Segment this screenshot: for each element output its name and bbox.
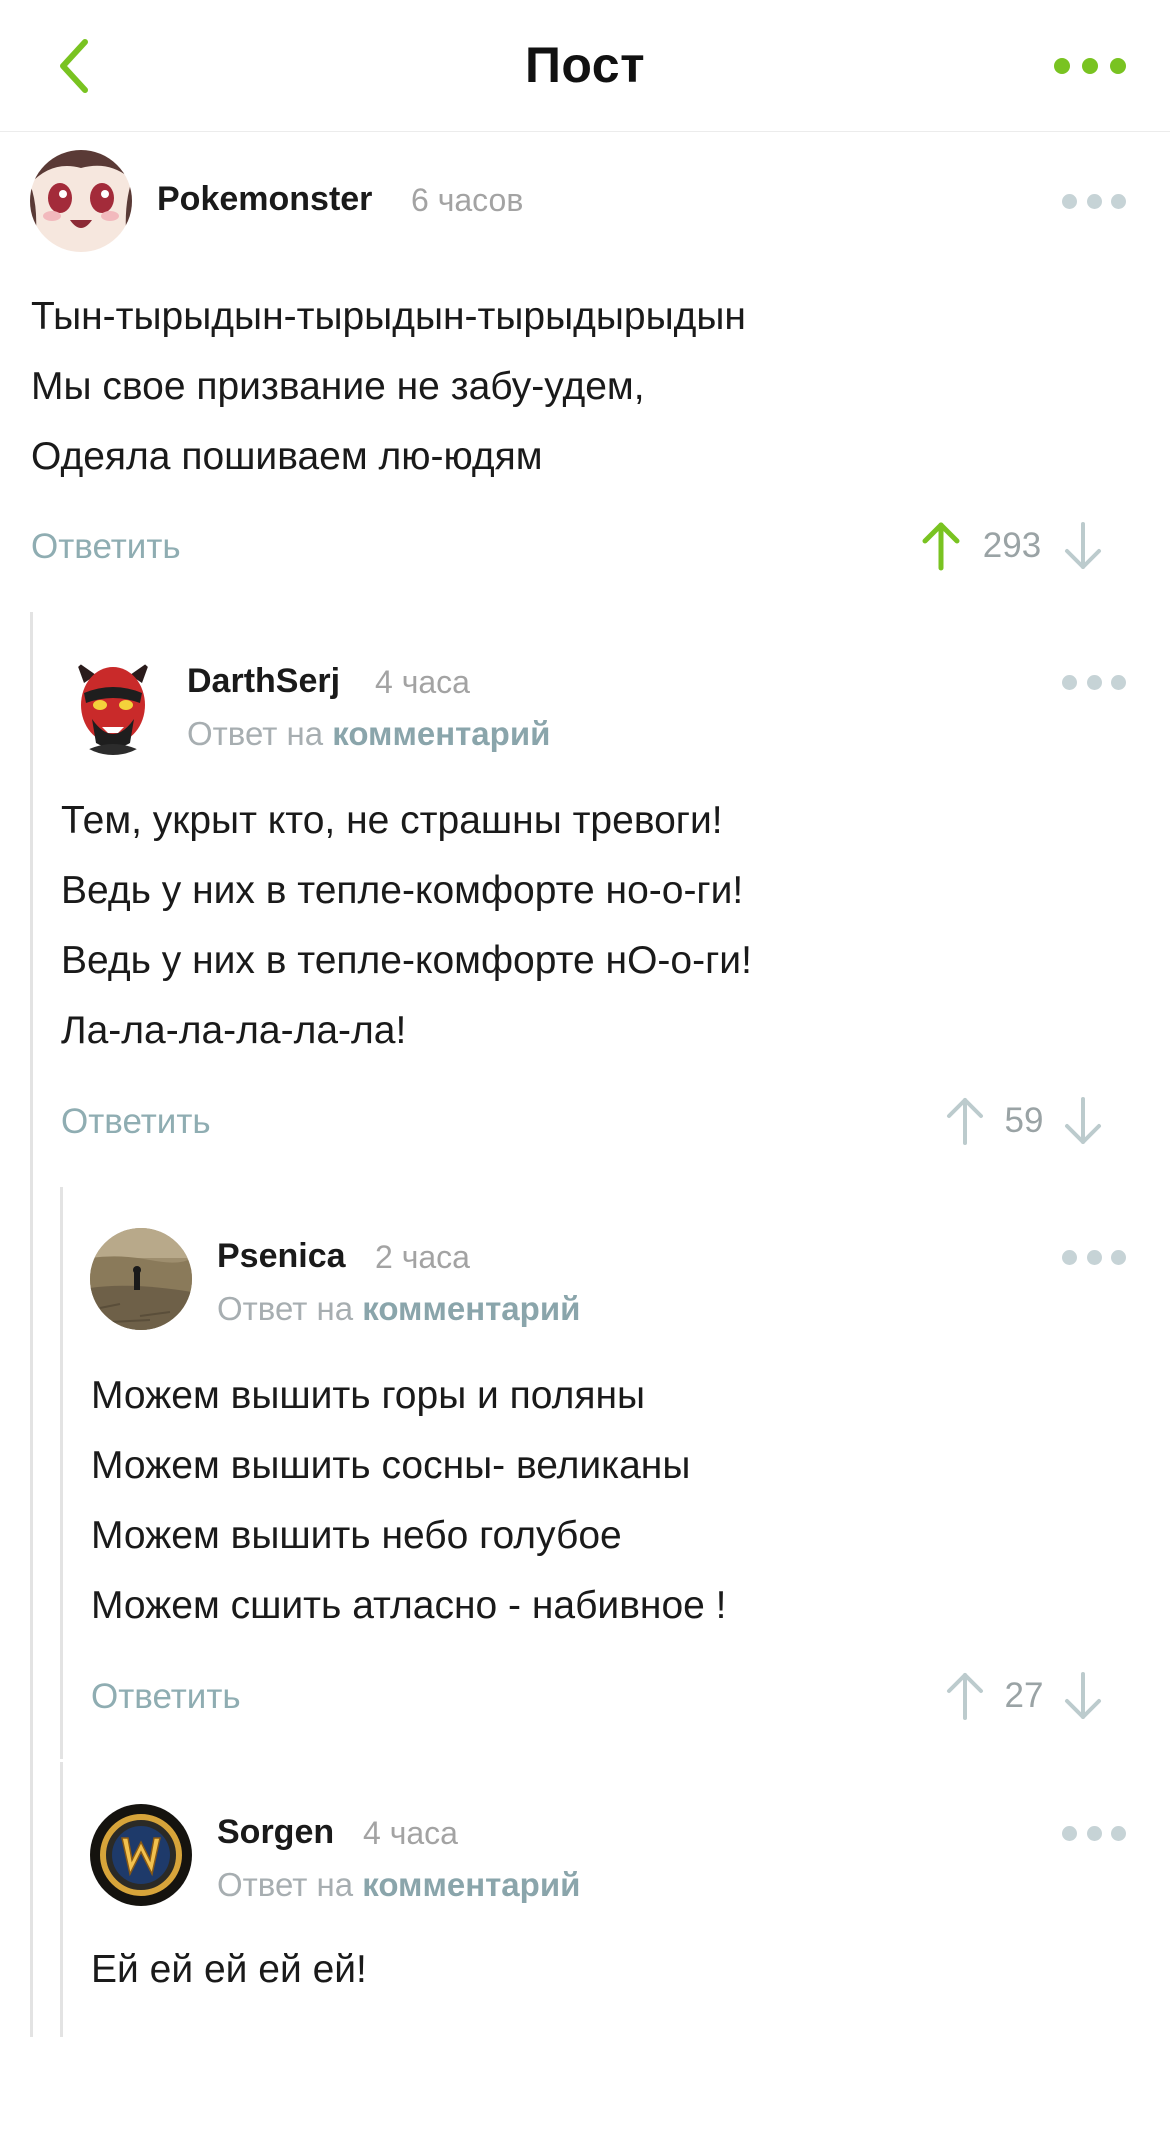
comment-text-line: Ей ей ей ей ей!: [91, 1948, 367, 1991]
comment-text-line: Ведь у них в тепле-комфорте нО-о-ги!: [61, 939, 752, 982]
comment-author[interactable]: Psenica: [217, 1237, 346, 1276]
rating-count: 27: [1004, 1676, 1044, 1715]
comment-text-line: Тын-тырыдын-тырыдын-тырыдырыдын: [31, 295, 746, 338]
reply-to-link[interactable]: комментарий: [362, 1866, 580, 1903]
comment-text: Тем, укрыт кто, не страшны тревоги! Ведь…: [61, 786, 752, 1066]
dot: [1111, 1249, 1126, 1265]
comment-text-line: Можем вышить горы и поляны: [91, 1374, 646, 1417]
sith-face-avatar-icon: [62, 653, 164, 755]
dot: [1111, 674, 1126, 690]
downvote-button[interactable]: [1060, 1671, 1106, 1721]
comment-text-line: Можем вышить небо голубое: [91, 1514, 622, 1557]
dot: [1111, 1825, 1126, 1841]
dot: [1110, 58, 1126, 74]
reply-to-prefix: Ответ на: [217, 1290, 354, 1327]
upvote-button[interactable]: [942, 1096, 988, 1146]
thread-line: [60, 1187, 63, 1759]
arrow-down-icon: [1065, 1097, 1101, 1144]
dot: [1054, 58, 1070, 74]
comment-text-line: Одеяла пошиваем лю-юдям: [31, 435, 543, 478]
reply-button[interactable]: Ответить: [91, 1677, 241, 1717]
vote-control: 293: [918, 521, 1106, 571]
avatar[interactable]: [62, 653, 164, 755]
dot: [1086, 1825, 1102, 1841]
downvote-button[interactable]: [1060, 1096, 1106, 1146]
reply-to-link[interactable]: комментарий: [332, 715, 550, 752]
more-menu-button[interactable]: [1054, 50, 1126, 82]
reply-to-info: Ответ на комментарий: [217, 1290, 580, 1328]
comment-text: Тын-тырыдын-тырыдын-тырыдырыдын Мы свое …: [31, 282, 746, 492]
comment-more-button[interactable]: [1062, 187, 1126, 215]
comment-time: 6 часов: [411, 182, 524, 218]
comment-author[interactable]: Sorgen: [217, 1813, 334, 1852]
reply-to-prefix: Ответ на: [187, 715, 324, 752]
reply-to-link[interactable]: комментарий: [362, 1290, 580, 1327]
dot: [1062, 1825, 1077, 1841]
vote-control: 27: [942, 1671, 1106, 1721]
warcraft-logo-avatar-icon: [90, 1804, 192, 1906]
comment-text-line: Можем вышить сосны- великаны: [91, 1444, 691, 1487]
comment-text-line: Ла-ла-ла-ла-ла-ла!: [61, 1009, 407, 1052]
top-bar: Пост: [0, 0, 1170, 132]
comment-time: 2 часа: [375, 1239, 470, 1275]
upvote-button[interactable]: [918, 521, 964, 571]
dot: [1111, 193, 1126, 209]
reply-to-prefix: Ответ на: [217, 1866, 354, 1903]
thread-line: [30, 612, 33, 2037]
reply-button[interactable]: Ответить: [31, 527, 181, 567]
reply-to-info: Ответ на комментарий: [217, 1866, 580, 1904]
dot: [1062, 674, 1077, 690]
upvote-button[interactable]: [942, 1671, 988, 1721]
rating-count: 59: [1004, 1101, 1044, 1140]
dot: [1062, 193, 1077, 209]
dot: [1062, 1249, 1077, 1265]
comment-author[interactable]: Pokemonster: [157, 180, 372, 219]
comment-time: 4 часа: [363, 1815, 458, 1851]
rating-count: 293: [982, 526, 1042, 565]
comment-text: Ей ей ей ей ей!: [91, 1935, 367, 2005]
arrow-up-icon: [947, 1673, 983, 1720]
dot: [1086, 674, 1102, 690]
comment-text: Можем вышить горы и поляны Можем вышить …: [91, 1361, 727, 1641]
avatar[interactable]: [90, 1804, 192, 1906]
page-title: Пост: [524, 37, 646, 93]
anime-girl-avatar-icon: [30, 150, 132, 252]
thread-line: [60, 1762, 63, 2037]
arrow-up-icon: [947, 1098, 983, 1145]
downvote-button[interactable]: [1060, 521, 1106, 571]
reply-to-info: Ответ на комментарий: [187, 715, 550, 753]
comment-more-button[interactable]: [1062, 1243, 1126, 1271]
comment-text-line: Можем сшить атласно - набивное !: [91, 1584, 727, 1627]
reply-button[interactable]: Ответить: [61, 1102, 211, 1142]
comment-author[interactable]: DarthSerj: [187, 662, 340, 701]
field-photo-avatar-icon: [90, 1228, 192, 1330]
avatar[interactable]: [90, 1228, 192, 1330]
dot: [1086, 1249, 1102, 1265]
comment-more-button[interactable]: [1062, 668, 1126, 696]
arrow-up-icon: [922, 522, 960, 571]
dot: [1082, 58, 1098, 74]
arrow-down-icon: [1065, 522, 1101, 569]
arrow-down-icon: [1065, 1672, 1101, 1719]
avatar[interactable]: [30, 150, 132, 252]
vote-control: 59: [942, 1096, 1106, 1146]
comment-text-line: Тем, укрыт кто, не страшны тревоги!: [61, 799, 723, 842]
dot: [1086, 193, 1102, 209]
comment-more-button[interactable]: [1062, 1819, 1126, 1847]
comment-time: 4 часа: [375, 664, 470, 700]
comment-text-line: Мы свое призвание не забу-удем,: [31, 365, 645, 408]
comment-text-line: Ведь у них в тепле-комфорте но-о-ги!: [61, 869, 744, 912]
